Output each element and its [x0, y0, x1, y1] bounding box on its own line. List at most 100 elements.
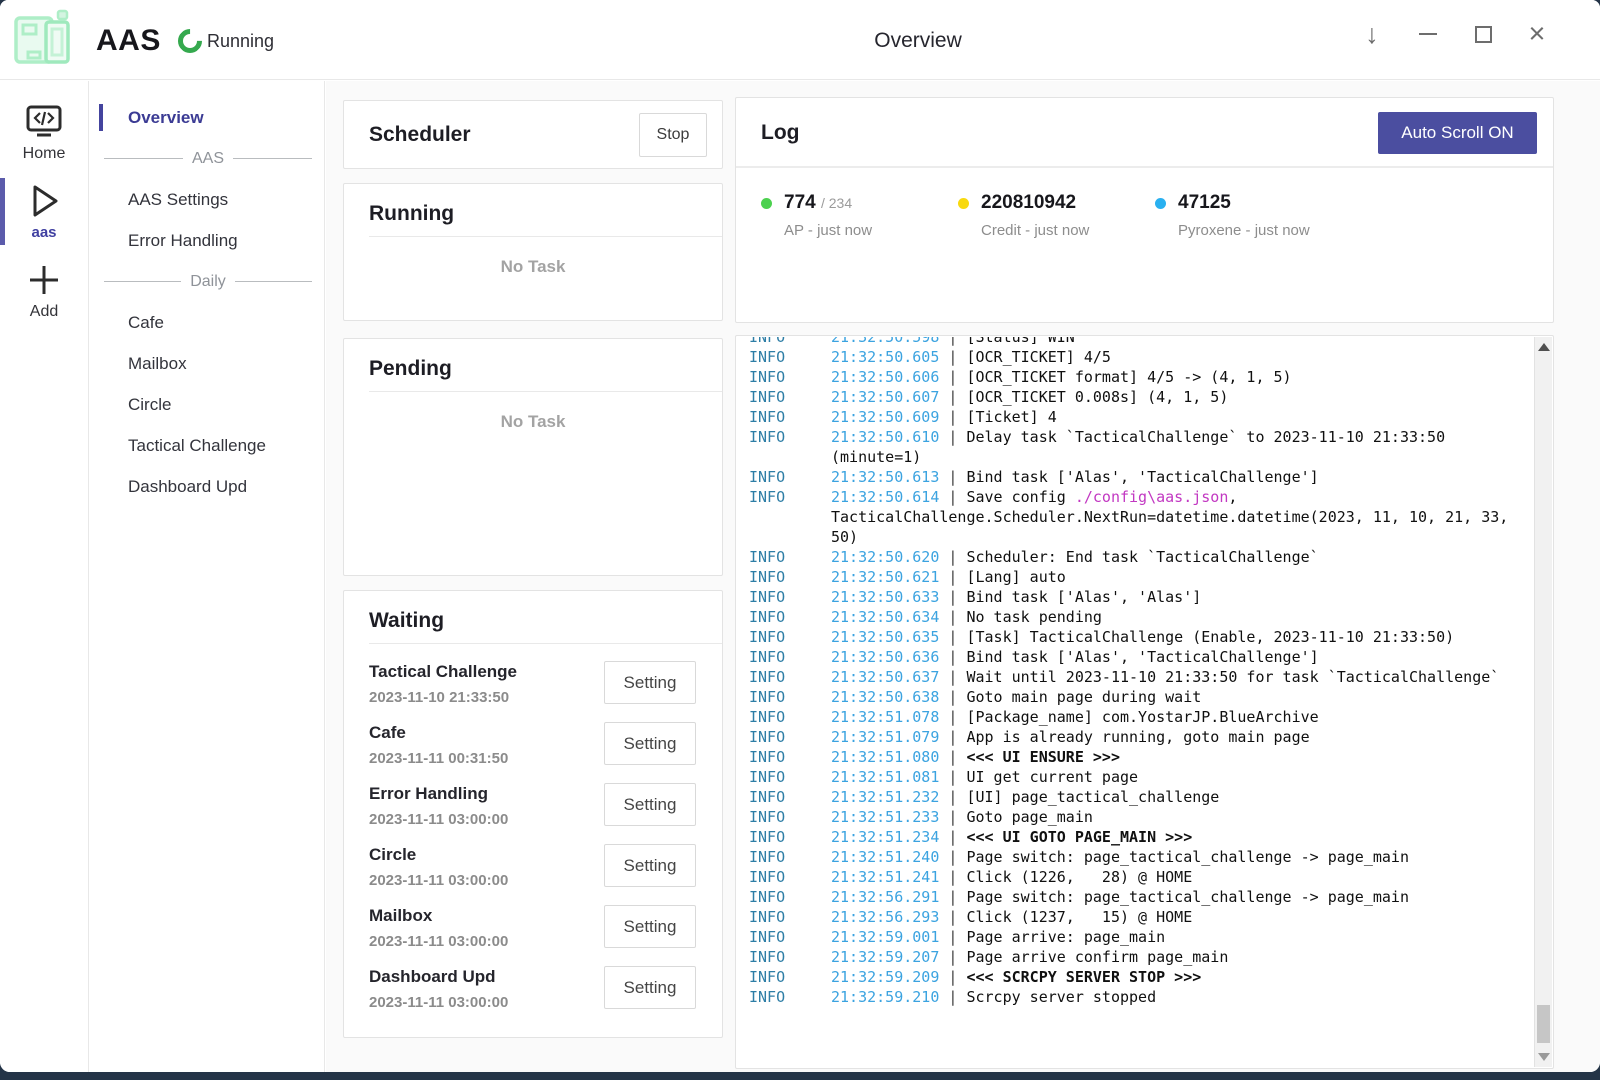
- log-separator: |: [939, 368, 966, 386]
- log-timestamp: 21:32:50.607: [831, 388, 939, 406]
- dashboard-stats: 774 / 234AP - just now220810942Credit - …: [736, 168, 1553, 239]
- log-message: 21:32:56.291 | Page switch: page_tactica…: [831, 887, 1511, 907]
- subnav-divider-daily: Daily: [90, 261, 324, 302]
- log-level: INFO: [749, 767, 831, 787]
- log-text-segment: [OCR_TICKET format] 4/5 -> (4, 1, 5): [966, 368, 1291, 386]
- log-message: 21:32:50.605 | [OCR_TICKET] 4/5: [831, 347, 1511, 367]
- divider-line: [233, 158, 312, 159]
- log-message: 21:32:50.598 | [Status] WIN: [831, 337, 1511, 347]
- nav-rail: Home aas Add: [0, 81, 89, 1072]
- scroll-down-icon[interactable]: [1538, 1053, 1550, 1061]
- subnav-item-label: AAS Settings: [128, 190, 228, 210]
- divider-line: [104, 158, 183, 159]
- log-level: INFO: [749, 847, 831, 867]
- rail-label-add: Add: [30, 303, 58, 321]
- log-text-segment: No task pending: [966, 608, 1101, 626]
- log-timestamp: 21:32:50.634: [831, 608, 939, 626]
- subnav-item-label: Circle: [128, 395, 171, 415]
- log-separator: |: [939, 908, 966, 926]
- log-separator: |: [939, 888, 966, 906]
- log-timestamp: 21:32:51.240: [831, 848, 939, 866]
- subnav-item-dashboard-upd[interactable]: Dashboard Upd: [90, 466, 324, 507]
- log-separator: |: [939, 668, 966, 686]
- log-row: INFO21:32:51.080 | <<< UI ENSURE >>>: [749, 747, 1534, 767]
- log-timestamp: 21:32:56.291: [831, 888, 939, 906]
- log-row: INFO21:32:50.606 | [OCR_TICKET format] 4…: [749, 367, 1534, 387]
- subnav-item-mailbox[interactable]: Mailbox: [90, 343, 324, 384]
- log-row: INFO21:32:50.598 | [Status] WIN: [749, 337, 1534, 347]
- log-row: INFO21:32:51.081 | UI get current page: [749, 767, 1534, 787]
- setting-button[interactable]: Setting: [604, 966, 696, 1009]
- log-row: INFO21:32:50.620 | Scheduler: End task `…: [749, 547, 1534, 567]
- log-row: INFO21:32:51.240 | Page switch: page_tac…: [749, 847, 1534, 867]
- log-message: 21:32:51.240 | Page switch: page_tactica…: [831, 847, 1511, 867]
- log-text-segment: ./config\aas.json: [1075, 488, 1229, 506]
- log-row: INFO21:32:56.291 | Page switch: page_tac…: [749, 887, 1534, 907]
- setting-button[interactable]: Setting: [604, 844, 696, 887]
- scroll-thumb[interactable]: [1537, 1005, 1550, 1043]
- log-timestamp: 21:32:51.241: [831, 868, 939, 886]
- log-level: INFO: [749, 337, 831, 347]
- setting-button[interactable]: Setting: [604, 722, 696, 765]
- play-icon: [26, 182, 62, 220]
- log-text-segment: UI get current page: [966, 768, 1138, 786]
- log-row: INFO21:32:51.079 | App is already runnin…: [749, 727, 1534, 747]
- log-scrollbar[interactable]: [1534, 337, 1552, 1067]
- log-separator: |: [939, 728, 966, 746]
- log-level: INFO: [749, 807, 831, 827]
- rail-item-home[interactable]: Home: [0, 93, 88, 172]
- rail-item-aas[interactable]: aas: [0, 172, 88, 251]
- log-message: 21:32:50.610 | Delay task `TacticalChall…: [831, 427, 1511, 467]
- scroll-up-icon[interactable]: [1538, 343, 1550, 351]
- log-message: 21:32:51.232 | [UI] page_tactical_challe…: [831, 787, 1511, 807]
- code-monitor-icon: [23, 103, 65, 141]
- log-separator: |: [939, 648, 966, 666]
- log-level: INFO: [749, 987, 831, 1007]
- setting-button[interactable]: Setting: [604, 783, 696, 826]
- header: AAS Running Overview ↓ ×: [0, 0, 1600, 80]
- autoscroll-button[interactable]: Auto Scroll ON: [1378, 112, 1537, 154]
- setting-button[interactable]: Setting: [604, 905, 696, 948]
- pending-card: Pending No Task: [343, 338, 723, 576]
- subnav-item-error-handling[interactable]: Error Handling: [90, 220, 324, 261]
- subnav-item-overview[interactable]: Overview: [90, 97, 324, 138]
- stat-dot-icon: [1155, 198, 1166, 209]
- log-row: INFO21:32:59.210 | Scrcpy server stopped: [749, 987, 1534, 1007]
- download-update-button[interactable]: ↓: [1350, 14, 1394, 54]
- log-separator: |: [939, 428, 966, 446]
- main-content: Scheduler Stop Running No Task Pending N…: [326, 81, 1600, 1072]
- stop-button[interactable]: Stop: [639, 113, 707, 157]
- close-button[interactable]: ×: [1515, 14, 1559, 54]
- log-message: 21:32:51.078 | [Package_name] com.Yostar…: [831, 707, 1511, 727]
- rail-label-aas: aas: [31, 224, 56, 241]
- status-running: Running: [207, 31, 274, 52]
- subnav-item-circle[interactable]: Circle: [90, 384, 324, 425]
- subnav-item-cafe[interactable]: Cafe: [90, 302, 324, 343]
- maximize-button[interactable]: [1461, 14, 1505, 54]
- log-separator: |: [939, 988, 966, 1006]
- log-timestamp: 21:32:51.234: [831, 828, 939, 846]
- log-separator: |: [939, 928, 966, 946]
- rail-item-add[interactable]: Add: [0, 251, 88, 330]
- divider: [369, 391, 722, 392]
- stat-top: 774 / 234: [761, 192, 958, 214]
- log-text-segment: [Status] WIN: [966, 337, 1074, 346]
- stat-top: 47125: [1155, 192, 1352, 214]
- log-separator: |: [939, 968, 966, 986]
- minimize-icon: [1419, 33, 1437, 35]
- divider-line: [104, 281, 181, 282]
- subnav-item-aas-settings[interactable]: AAS Settings: [90, 179, 324, 220]
- log-message: 21:32:50.606 | [OCR_TICKET format] 4/5 -…: [831, 367, 1511, 387]
- divider-label: AAS: [192, 150, 224, 168]
- log-message: 21:32:51.080 | <<< UI ENSURE >>>: [831, 747, 1511, 767]
- log-text-segment: Goto page_main: [966, 808, 1092, 826]
- task-row: Circle2023-11-11 03:00:00Setting: [369, 837, 696, 898]
- minimize-button[interactable]: [1406, 14, 1450, 54]
- running-card: Running No Task: [343, 183, 723, 321]
- subnav-item-tactical-challenge[interactable]: Tactical Challenge: [90, 425, 324, 466]
- setting-button[interactable]: Setting: [604, 661, 696, 704]
- log-level: INFO: [749, 427, 831, 467]
- subnav-divider-aas: AAS: [90, 138, 324, 179]
- log-text-segment: Page arrive confirm page_main: [966, 948, 1228, 966]
- log-separator: |: [939, 748, 966, 766]
